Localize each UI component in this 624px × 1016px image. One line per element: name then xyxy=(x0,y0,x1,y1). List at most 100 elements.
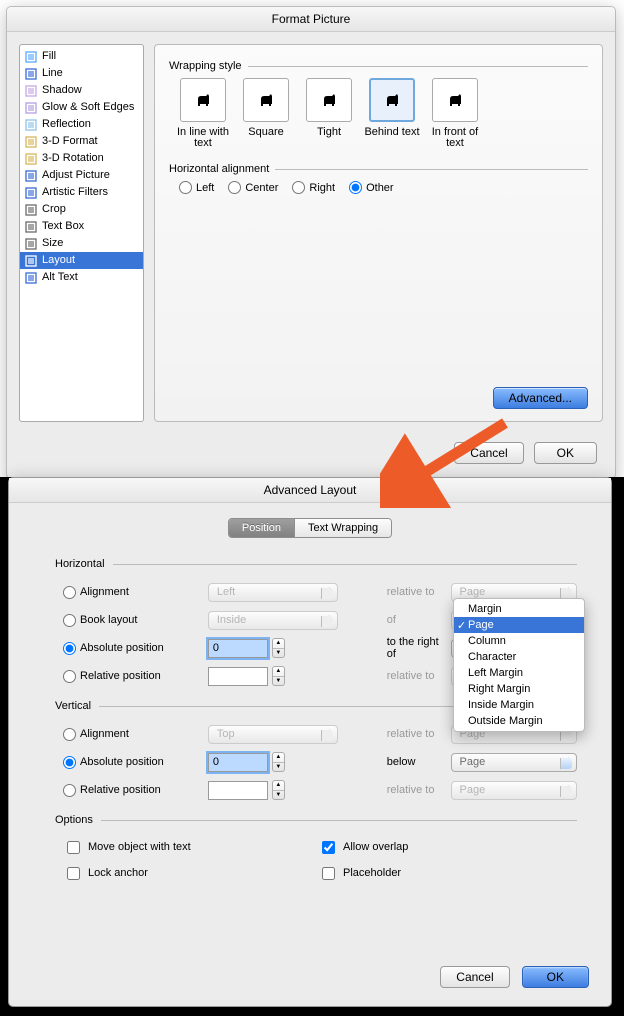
dropdown-option[interactable]: Outside Margin xyxy=(454,713,584,729)
position-radio[interactable]: Absolute position xyxy=(63,756,208,769)
horizontal-alignment-label: Horizontal alignment xyxy=(169,163,588,175)
stepper[interactable]: ▲▼ xyxy=(272,666,285,686)
dropdown-option[interactable]: Page xyxy=(454,617,584,633)
wrap-tile[interactable]: Tight xyxy=(300,78,358,149)
sidebar-item-adjust[interactable]: Adjust Picture xyxy=(20,167,143,184)
radio-input[interactable] xyxy=(63,614,76,627)
stepper-down-icon[interactable]: ▼ xyxy=(273,762,284,772)
checkbox-label: Placeholder xyxy=(343,867,401,879)
advanced-button[interactable]: Advanced... xyxy=(493,387,588,409)
radio-input[interactable] xyxy=(179,181,192,194)
relative-combo[interactable]: Page▴▾ xyxy=(451,753,578,772)
relative-to-dropdown[interactable]: MarginPageColumnCharacterLeft MarginRigh… xyxy=(453,598,585,732)
value-combo[interactable]: Inside▴▾ xyxy=(208,611,338,630)
radio-label: Relative position xyxy=(80,670,161,682)
dropdown-option[interactable]: Character xyxy=(454,649,584,665)
radio-input[interactable] xyxy=(63,642,76,655)
value-combo[interactable]: Top ▴▾ xyxy=(208,725,338,744)
sidebar-item-textbox[interactable]: Text Box xyxy=(20,218,143,235)
stepper-up-icon[interactable]: ▲ xyxy=(273,639,284,648)
radio-input[interactable] xyxy=(63,586,76,599)
radio-input[interactable] xyxy=(63,670,76,683)
align-radio-center[interactable]: Center xyxy=(228,181,278,194)
sidebar-item-fill[interactable]: Fill xyxy=(20,48,143,65)
checkbox-input[interactable] xyxy=(67,867,80,880)
tab-position[interactable]: Position xyxy=(229,519,295,537)
option-checkbox[interactable]: Placeholder xyxy=(318,860,573,886)
stepper[interactable]: ▲▼ xyxy=(272,780,285,800)
sidebar-item-label: Alt Text xyxy=(42,271,78,284)
position-radio[interactable]: Absolute position xyxy=(63,642,208,655)
sidebar-item-alttext[interactable]: Alt Text xyxy=(20,269,143,286)
stepper[interactable]: ▲▼ xyxy=(272,638,285,658)
value-combo[interactable]: Left▴▾ xyxy=(208,583,338,602)
sidebar-item-glow[interactable]: Glow & Soft Edges xyxy=(20,99,143,116)
option-checkbox[interactable]: Lock anchor xyxy=(63,860,318,886)
sidebar-item-line[interactable]: Line xyxy=(20,65,143,82)
sidebar-item-3dformat[interactable]: 3-D Format xyxy=(20,133,143,150)
stepper-down-icon[interactable]: ▼ xyxy=(273,790,284,800)
horizontal-alignment-row: Left Center Right Other xyxy=(179,181,588,194)
stepper-up-icon[interactable]: ▲ xyxy=(273,753,284,762)
checkbox-label: Move object with text xyxy=(88,841,191,853)
position-radio[interactable]: Relative position xyxy=(63,670,208,683)
position-radio[interactable]: Alignment xyxy=(63,586,208,599)
align-radio-left[interactable]: Left xyxy=(179,181,214,194)
align-radio-right[interactable]: Right xyxy=(292,181,335,194)
radio-label: Center xyxy=(245,182,278,194)
stepper[interactable]: ▲▼ xyxy=(272,752,285,772)
checkbox-input[interactable] xyxy=(67,841,80,854)
relative-combo[interactable]: Page▴▾ xyxy=(451,781,578,800)
tab-text-wrapping[interactable]: Text Wrapping xyxy=(295,519,391,537)
radio-input[interactable] xyxy=(292,181,305,194)
chevron-updown-icon: ▴▾ xyxy=(327,729,331,741)
checkbox-input[interactable] xyxy=(322,867,335,880)
dropdown-option[interactable]: Left Margin xyxy=(454,665,584,681)
align-radio-other[interactable]: Other xyxy=(349,181,394,194)
wrap-tile[interactable]: In line with text xyxy=(174,78,232,149)
dropdown-option[interactable]: Margin xyxy=(454,601,584,617)
stepper-down-icon[interactable]: ▼ xyxy=(273,676,284,686)
stepper-up-icon[interactable]: ▲ xyxy=(273,667,284,676)
position-input[interactable] xyxy=(208,667,268,686)
dropdown-option[interactable]: Inside Margin xyxy=(454,697,584,713)
cancel-button[interactable]: Cancel xyxy=(440,966,509,988)
combo-value: Top xyxy=(217,728,235,740)
radio-input[interactable] xyxy=(63,784,76,797)
radio-input[interactable] xyxy=(63,756,76,769)
stepper-down-icon[interactable]: ▼ xyxy=(273,648,284,658)
option-checkbox[interactable]: Move object with text xyxy=(63,834,318,860)
position-radio[interactable]: Relative position xyxy=(63,784,208,797)
radio-label: Right xyxy=(309,182,335,194)
sidebar-item-size[interactable]: Size xyxy=(20,235,143,252)
position-radio[interactable]: Book layout xyxy=(63,614,208,627)
ok-button[interactable]: OK xyxy=(522,966,589,988)
ok-button[interactable]: OK xyxy=(534,442,597,464)
sidebar-item-3drotation[interactable]: 3-D Rotation xyxy=(20,150,143,167)
textbox-icon xyxy=(24,220,38,234)
wrap-tile[interactable]: Behind text xyxy=(363,78,421,149)
position-input[interactable] xyxy=(208,753,268,772)
sidebar-item-reflection[interactable]: Reflection xyxy=(20,116,143,133)
position-input[interactable] xyxy=(208,781,268,800)
radio-label: Left xyxy=(196,182,214,194)
sidebar-item-layout[interactable]: Layout xyxy=(20,252,143,269)
radio-input[interactable] xyxy=(349,181,362,194)
advanced-layout-dialog: Advanced Layout PositionText Wrapping Ho… xyxy=(8,477,612,1007)
radio-input[interactable] xyxy=(228,181,241,194)
wrap-tile[interactable]: In front of text xyxy=(426,78,484,149)
option-checkbox[interactable]: Allow overlap xyxy=(318,834,573,860)
checkbox-input[interactable] xyxy=(322,841,335,854)
position-radio[interactable]: Alignment xyxy=(63,728,208,741)
sidebar-item-shadow[interactable]: Shadow xyxy=(20,82,143,99)
sidebar-item-filters[interactable]: Artistic Filters xyxy=(20,184,143,201)
position-input[interactable] xyxy=(208,639,268,658)
wrap-tile[interactable]: Square xyxy=(237,78,295,149)
sidebar-item-crop[interactable]: Crop xyxy=(20,201,143,218)
dropdown-option[interactable]: Column xyxy=(454,633,584,649)
dropdown-option[interactable]: Right Margin xyxy=(454,681,584,697)
wrapping-tiles: In line with text Square Tight Behind te… xyxy=(174,78,588,149)
stepper-up-icon[interactable]: ▲ xyxy=(273,781,284,790)
format-picture-dialog: Format Picture FillLineShadowGlow & Soft… xyxy=(6,6,616,479)
radio-input[interactable] xyxy=(63,728,76,741)
